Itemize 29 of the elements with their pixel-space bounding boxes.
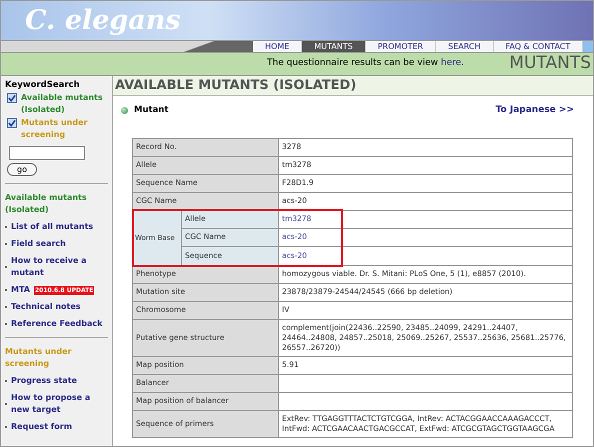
nav-tab[interactable]: MUTANTS: [302, 41, 366, 52]
filter-label: Mutants under screening: [21, 117, 88, 141]
nav-tab[interactable]: SEARCH: [436, 41, 494, 52]
page-title: AVAILABLE MUTANTS (ISOLATED): [115, 76, 356, 95]
sidebar-link[interactable]: Progress state: [11, 375, 77, 387]
notice-text: The questionnaire results can be view here.: [267, 57, 464, 70]
checkbox[interactable]: [7, 93, 17, 103]
section-title: MUTANTS: [509, 52, 591, 76]
nav-tab[interactable]: PROMOTER: [366, 41, 436, 52]
checkbox[interactable]: [7, 118, 17, 128]
sidebar-link[interactable]: Technical notes: [11, 301, 81, 313]
sidebar-heading: KeywordSearch: [5, 79, 81, 91]
sidebar-link[interactable]: List of all mutants: [11, 221, 94, 233]
sidebar-section-title: Available mutants (Isolated): [5, 192, 88, 216]
search-field[interactable]: [9, 146, 85, 160]
sidebar-link[interactable]: MTA: [11, 284, 30, 296]
nav-tab[interactable]: FAQ & CONTACT: [494, 41, 584, 52]
sidebar-link[interactable]: How to propose a new target: [11, 392, 108, 416]
nav-tab[interactable]: HOME: [253, 41, 302, 52]
language-link[interactable]: To Japanese >>: [496, 104, 574, 118]
sidebar-link[interactable]: How to receive a mutant: [11, 255, 108, 279]
sidebar-section-title: Mutants under screening: [5, 346, 72, 370]
sidebar-link[interactable]: Field search: [11, 238, 66, 250]
here-link[interactable]: here: [440, 58, 462, 68]
filter-label: Available mutants (Isolated): [21, 92, 104, 116]
sidebar-link[interactable]: Request form: [11, 421, 72, 433]
sidebar-link[interactable]: Reference Feedback: [11, 318, 102, 330]
subtitle: Mutant: [134, 104, 168, 118]
go-button[interactable]: go: [7, 163, 37, 176]
